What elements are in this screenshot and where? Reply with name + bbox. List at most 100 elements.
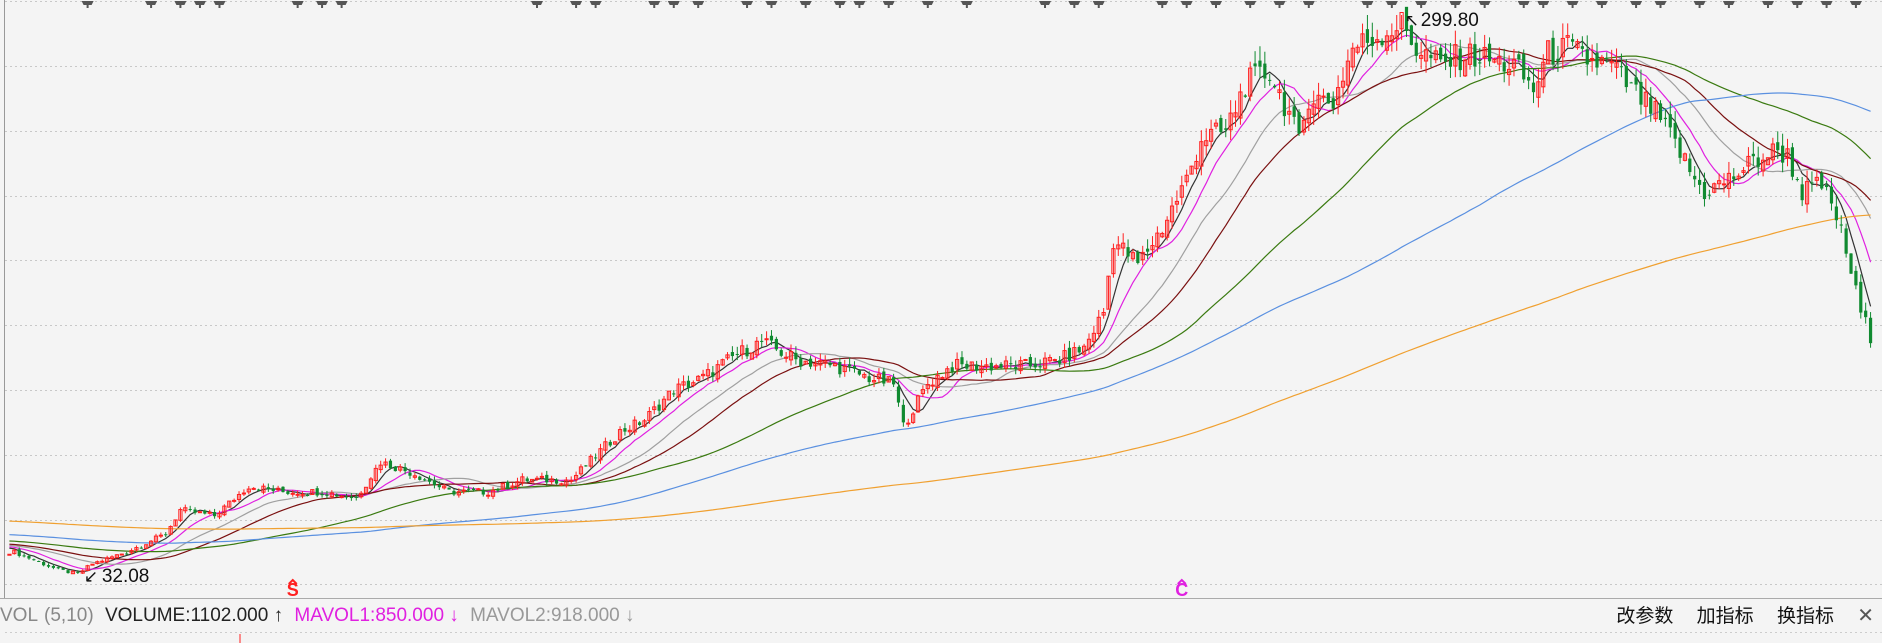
candle-body xyxy=(1629,82,1633,84)
candle-body xyxy=(1273,85,1277,88)
event-pin-icon[interactable] xyxy=(1302,1,1315,8)
event-pin-icon[interactable] xyxy=(291,1,304,8)
candle xyxy=(720,358,725,366)
candle-body xyxy=(1009,363,1013,365)
candle xyxy=(740,339,745,360)
event-pin-icon[interactable] xyxy=(316,1,329,8)
event-pin-icon[interactable] xyxy=(1209,1,1222,8)
event-pin-icon[interactable] xyxy=(1595,1,1608,8)
add-indicator-button[interactable]: 加指标 xyxy=(1697,606,1754,627)
event-pin-icon[interactable] xyxy=(1415,1,1428,8)
candle xyxy=(882,367,886,387)
event-pin-icon[interactable] xyxy=(882,1,895,8)
candle xyxy=(320,490,324,498)
event-pin-icon[interactable] xyxy=(960,1,973,8)
event-pin-icon[interactable] xyxy=(853,1,866,8)
indicator-actions: 改参数 加指标 换指标 ✕ xyxy=(1598,603,1882,629)
event-pin-icon[interactable] xyxy=(1654,1,1667,8)
pin-shape xyxy=(1722,1,1735,8)
candle xyxy=(266,483,270,492)
event-pin-icon[interactable] xyxy=(833,1,846,8)
candle xyxy=(1360,23,1365,56)
event-pin-icon[interactable] xyxy=(213,1,226,8)
pin-shape xyxy=(291,1,304,8)
indicator-name[interactable]: VOL xyxy=(0,605,38,626)
event-pin-icon[interactable] xyxy=(1244,1,1257,8)
event-pin-icon[interactable] xyxy=(799,1,812,8)
event-pin-icon[interactable] xyxy=(1566,1,1579,8)
event-pin-icon[interactable] xyxy=(1039,1,1052,8)
event-pin-icon[interactable] xyxy=(1761,1,1774,8)
event-pin-icon[interactable] xyxy=(1693,1,1706,8)
event-pin-icon[interactable] xyxy=(1449,1,1462,8)
event-pin-icon[interactable] xyxy=(81,1,94,8)
pin-shape xyxy=(667,1,680,8)
event-pin-icon[interactable] xyxy=(1478,1,1491,8)
event-pin-icon[interactable] xyxy=(1791,1,1804,8)
candle xyxy=(1184,169,1189,187)
candle-body xyxy=(1859,281,1863,313)
event-pin-icon[interactable] xyxy=(1361,1,1374,8)
low-price-label: 32.08 xyxy=(102,566,150,587)
event-pin-icon[interactable] xyxy=(1849,1,1862,8)
event-pin-icon[interactable] xyxy=(667,1,680,8)
event-pin-icon[interactable] xyxy=(531,1,544,8)
candle-body xyxy=(1570,39,1575,42)
candle xyxy=(134,545,139,552)
event-pin-icon[interactable] xyxy=(741,1,754,8)
event-pin-icon[interactable] xyxy=(1385,1,1398,8)
event-pin-icon[interactable] xyxy=(921,1,934,8)
candle xyxy=(1009,356,1013,370)
event-pin-icon[interactable] xyxy=(589,1,602,8)
candle xyxy=(95,560,100,565)
ma30-line xyxy=(9,48,1872,561)
event-pin-icon[interactable] xyxy=(174,1,187,8)
candle xyxy=(168,525,173,536)
event-markers[interactable] xyxy=(81,1,1862,8)
close-icon[interactable]: ✕ xyxy=(1857,605,1874,627)
event-pin-icon[interactable] xyxy=(1630,1,1643,8)
candle-body xyxy=(1448,57,1453,67)
candle-body xyxy=(1707,194,1711,196)
change-params-button[interactable]: 改参数 xyxy=(1616,606,1673,627)
candle-body xyxy=(1439,47,1443,60)
event-pin-icon[interactable] xyxy=(692,1,705,8)
event-pin-icon[interactable] xyxy=(570,1,583,8)
pin-shape xyxy=(1595,1,1608,8)
candlestick-chart[interactable]: 299.80 32.08 ↖ ↙ SC xyxy=(0,0,1882,643)
signal-marker-c[interactable]: C xyxy=(1175,580,1188,600)
signal-markers[interactable]: SC xyxy=(287,578,1189,600)
event-pin-icon[interactable] xyxy=(765,1,778,8)
candle xyxy=(1228,100,1233,141)
event-pin-icon[interactable] xyxy=(1537,1,1550,8)
low-arrow-icon: ↙ xyxy=(84,567,98,586)
candle-body xyxy=(1365,29,1370,43)
switch-indicator-button[interactable]: 换指标 xyxy=(1777,606,1834,627)
candle xyxy=(920,385,926,398)
candle-body xyxy=(1839,224,1843,226)
event-pin-icon[interactable] xyxy=(1517,1,1530,8)
candle xyxy=(1287,98,1292,125)
event-pin-icon[interactable] xyxy=(1820,1,1833,8)
candle xyxy=(90,563,95,566)
event-pin-icon[interactable] xyxy=(1273,1,1286,8)
event-pin-icon[interactable] xyxy=(193,1,206,8)
event-pin-icon[interactable] xyxy=(1156,1,1169,8)
moving-averages xyxy=(9,28,1872,573)
event-pin-icon[interactable] xyxy=(1180,1,1193,8)
event-pin-icon[interactable] xyxy=(1722,1,1735,8)
candle xyxy=(960,351,964,370)
candle-body xyxy=(584,465,588,467)
event-pin-icon[interactable] xyxy=(1068,1,1081,8)
event-pin-icon[interactable] xyxy=(335,1,348,8)
candle-body xyxy=(251,487,256,490)
pin-shape xyxy=(1068,1,1081,8)
pin-shape xyxy=(1791,1,1804,8)
candle-body xyxy=(32,559,36,561)
event-pin-icon[interactable] xyxy=(145,1,158,8)
candle xyxy=(447,487,451,490)
event-pin-icon[interactable] xyxy=(1092,1,1105,8)
candle-body xyxy=(545,474,549,483)
candle xyxy=(1634,69,1638,91)
event-pin-icon[interactable] xyxy=(648,1,661,8)
